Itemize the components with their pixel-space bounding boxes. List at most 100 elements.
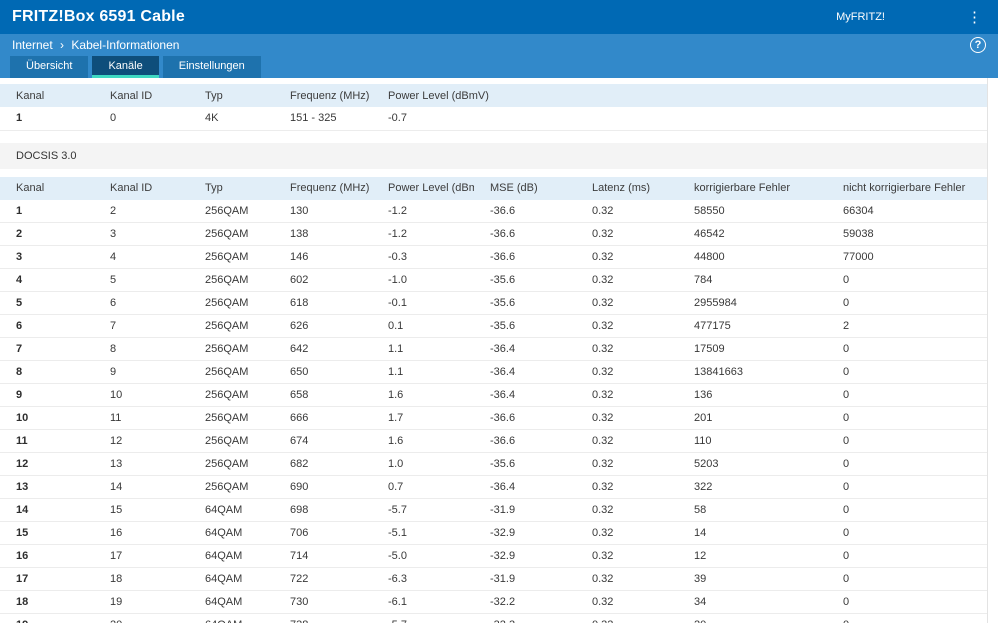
table-cell: 19 bbox=[0, 613, 94, 623]
tab-kanaele[interactable]: Kanäle bbox=[92, 56, 159, 78]
breadcrumb-section[interactable]: Internet bbox=[12, 38, 53, 52]
table-cell: -5.1 bbox=[372, 521, 474, 545]
table-cell: 477175 bbox=[678, 314, 827, 338]
table-cell: 0 bbox=[827, 498, 987, 522]
table-cell: 0.32 bbox=[576, 337, 678, 361]
table-cell: 44800 bbox=[678, 245, 827, 269]
table-cell: 9 bbox=[94, 360, 189, 384]
table-cell: 16 bbox=[0, 544, 94, 568]
breadcrumb-page: Kabel-Informationen bbox=[71, 38, 180, 52]
breadcrumb: Internet › Kabel-Informationen bbox=[12, 38, 183, 52]
table-cell: 602 bbox=[274, 268, 372, 292]
column-header: Kanal bbox=[0, 176, 94, 200]
table-cell: 8 bbox=[94, 337, 189, 361]
table-row: 1 0 4K 151 - 325 -0.7 bbox=[0, 107, 987, 131]
table-cell: 0.32 bbox=[576, 314, 678, 338]
table-cell: 2 bbox=[827, 314, 987, 338]
table-cell: 11 bbox=[0, 429, 94, 453]
table-row: 9 10 256QAM 658 1.6 -36.4 0.32 136 0 bbox=[0, 383, 987, 407]
column-header: Kanal ID bbox=[94, 84, 189, 107]
table-cell: -5.7 bbox=[372, 498, 474, 522]
table-row: 1 2 256QAM 130 -1.2 -36.6 0.32 58550 66304 bbox=[0, 199, 987, 223]
tab-einstellungen[interactable]: Einstellungen bbox=[162, 56, 261, 78]
table-cell: 1.6 bbox=[372, 429, 474, 453]
table-cell: 18 bbox=[0, 590, 94, 614]
table-cell: 784 bbox=[678, 268, 827, 292]
table-row: 192064QAM738-5.7-32.30.32200 bbox=[0, 613, 987, 623]
table-cell: 730 bbox=[274, 590, 372, 614]
topbar-right: MyFRITZ! ⋮ bbox=[836, 10, 986, 25]
tab-bar: Übersicht Kanäle Einstellungen bbox=[0, 56, 998, 78]
table-cell: 0.32 bbox=[576, 521, 678, 545]
table-row: 10 11 256QAM 666 1.7 -36.6 0.32 201 0 bbox=[0, 406, 987, 430]
table-cell: 201 bbox=[678, 406, 827, 430]
table-cell: 1.0 bbox=[372, 452, 474, 476]
table-cell: 674 bbox=[274, 429, 372, 453]
table-cell: 110 bbox=[678, 429, 827, 453]
table-cell: 0 bbox=[827, 452, 987, 476]
table-cell: 0 bbox=[827, 521, 987, 545]
table-cell: 256QAM bbox=[189, 475, 274, 499]
tab-uebersicht[interactable]: Übersicht bbox=[10, 56, 89, 78]
table-cell: 1.7 bbox=[372, 406, 474, 430]
table-cell: 0.32 bbox=[576, 199, 678, 223]
table-row: 18 19 64QAM 730 -6.1 -32.2 0.32 34 0 bbox=[0, 590, 987, 614]
table-cell: 0.32 bbox=[576, 475, 678, 499]
table-cell: -32.9 bbox=[474, 544, 576, 568]
table-cell: 256QAM bbox=[189, 452, 274, 476]
docsis30-section-header: DOCSIS 3.0 bbox=[0, 142, 987, 169]
column-header: Kanal bbox=[0, 84, 94, 107]
table-cell: 1 bbox=[0, 199, 94, 223]
table-cell: 4K bbox=[189, 107, 274, 131]
table-cell: 13 bbox=[0, 475, 94, 499]
column-header: Kanal ID bbox=[94, 176, 189, 200]
table-row: 13 14 256QAM 690 0.7 -36.4 0.32 322 0 bbox=[0, 475, 987, 499]
table-cell: -36.6 bbox=[474, 429, 576, 453]
table-cell: 4 bbox=[0, 268, 94, 292]
table-cell: 18 bbox=[94, 567, 189, 591]
table-cell: 64QAM bbox=[189, 613, 274, 623]
table-cell: -35.6 bbox=[474, 452, 576, 476]
table-cell: 0.7 bbox=[372, 475, 474, 499]
table-cell: -32.3 bbox=[474, 613, 576, 623]
table-cell: 722 bbox=[274, 567, 372, 591]
table-cell: 17 bbox=[94, 544, 189, 568]
table-cell: -35.6 bbox=[474, 268, 576, 292]
table-cell: 10 bbox=[0, 406, 94, 430]
column-header: Power Level (dBmV) bbox=[372, 84, 987, 107]
column-header: Frequenz (MHz) bbox=[274, 176, 372, 200]
table-cell: 64QAM bbox=[189, 521, 274, 545]
table-cell: 34 bbox=[678, 590, 827, 614]
table-cell: 14 bbox=[94, 475, 189, 499]
table-cell: -36.4 bbox=[474, 360, 576, 384]
table-row: 15 16 64QAM 706 -5.1 -32.9 0.32 14 0 bbox=[0, 521, 987, 545]
table-cell: 66304 bbox=[827, 199, 987, 223]
table-cell: 1.6 bbox=[372, 383, 474, 407]
table-cell: 0.32 bbox=[576, 222, 678, 246]
breadcrumb-separator-icon: › bbox=[60, 38, 65, 52]
table-cell: 0.32 bbox=[576, 383, 678, 407]
help-icon[interactable]: ? bbox=[970, 37, 986, 53]
table-cell: 14 bbox=[678, 521, 827, 545]
table-cell: -31.9 bbox=[474, 498, 576, 522]
table-cell: 0.1 bbox=[372, 314, 474, 338]
table-cell: 20 bbox=[94, 613, 189, 623]
table-cell: 77000 bbox=[827, 245, 987, 269]
table-cell: 322 bbox=[678, 475, 827, 499]
table-row: 4 5 256QAM 602 -1.0 -35.6 0.32 784 0 bbox=[0, 268, 987, 292]
table-cell: 146 bbox=[274, 245, 372, 269]
table-cell: 64QAM bbox=[189, 498, 274, 522]
table-cell: 3 bbox=[0, 245, 94, 269]
myfritz-link[interactable]: MyFRITZ! bbox=[836, 11, 885, 23]
table-cell: 15 bbox=[94, 498, 189, 522]
table-cell: 19 bbox=[94, 590, 189, 614]
table-row: 6 7 256QAM 626 0.1 -35.6 0.32 477175 2 bbox=[0, 314, 987, 338]
kebab-menu-icon[interactable]: ⋮ bbox=[963, 10, 986, 25]
table-cell: 1 bbox=[0, 107, 94, 131]
table-cell: 9 bbox=[0, 383, 94, 407]
table-cell: 256QAM bbox=[189, 429, 274, 453]
table-cell: 2955984 bbox=[678, 291, 827, 315]
table-cell: -5.0 bbox=[372, 544, 474, 568]
table-cell: 0.32 bbox=[576, 291, 678, 315]
table-cell: 11 bbox=[94, 406, 189, 430]
